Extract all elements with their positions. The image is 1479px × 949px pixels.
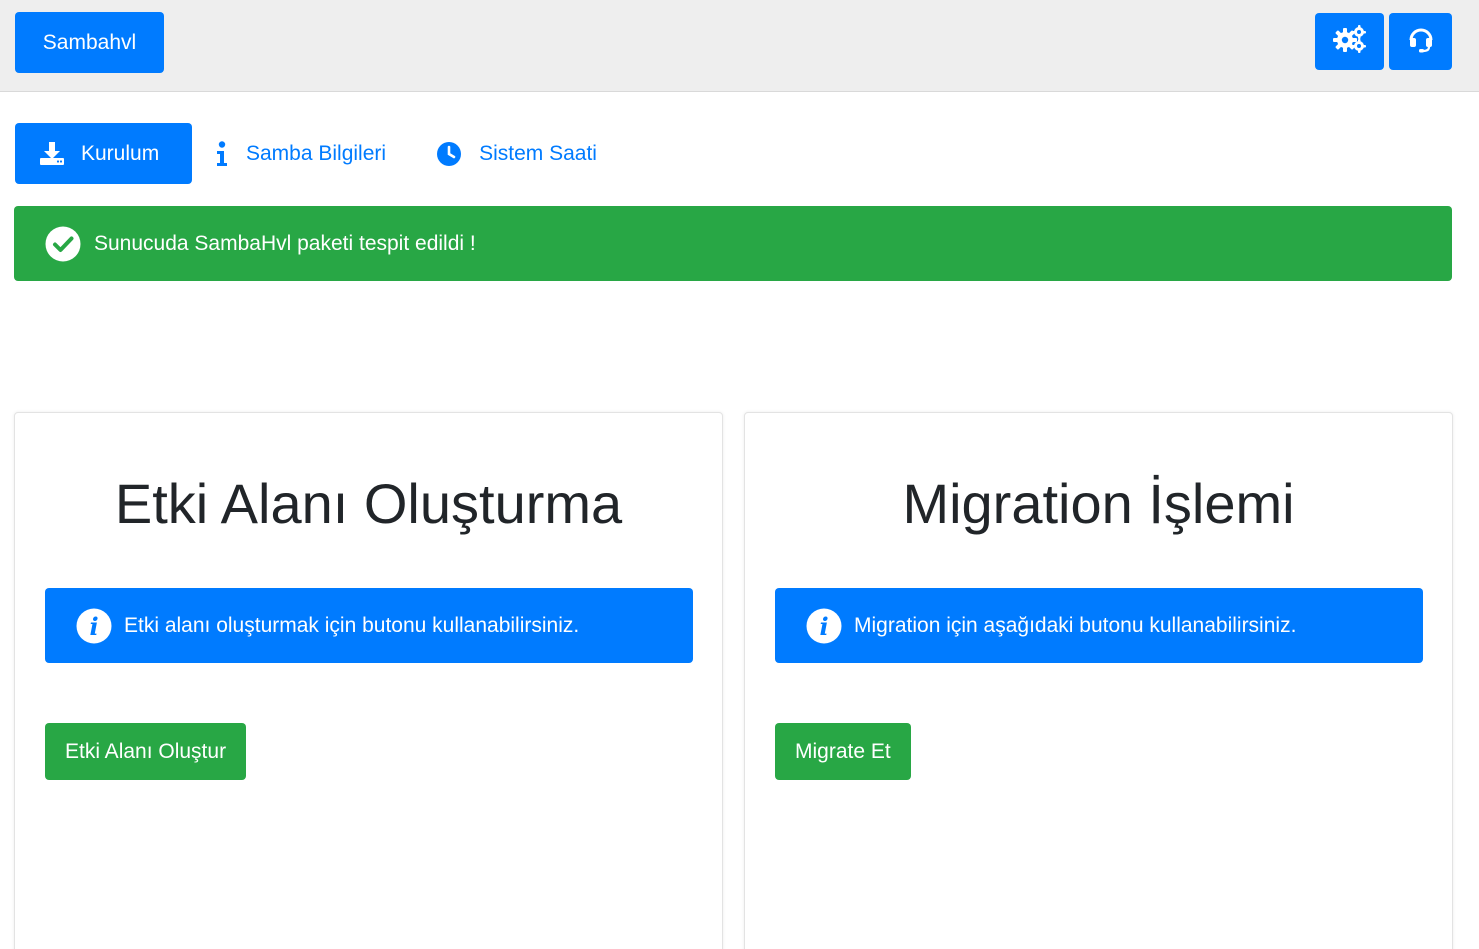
check-circle-icon [45,226,81,262]
tab-sistem-saati-label: Sistem Saati [479,141,597,165]
info-icon [216,140,228,167]
info-alert: i Migration için aşağıdaki butonu kullan… [775,588,1423,663]
success-alert: Sunucuda SambaHvl paketi tespit edildi ! [14,206,1452,281]
tab-kurulum-label: Kurulum [81,141,160,165]
card-title: Etki Alanı Oluşturma [114,472,623,535]
tab-bar: Kurulum Samba Bilgileri Sistem Saati [15,123,597,184]
top-navbar: Sambahvl [0,0,1479,92]
headset-icon [1407,25,1435,58]
tab-samba-bilgileri-label: Samba Bilgileri [246,141,387,165]
migration-card: Migration İşlemi i Migration için aşağıd… [744,412,1453,949]
support-button[interactable] [1389,13,1452,70]
create-domain-button[interactable]: Etki Alanı Oluştur [45,723,247,780]
settings-button[interactable] [1315,13,1384,70]
info-circle-icon: i [806,608,842,644]
info-circle-icon: i [76,608,112,644]
tab-kurulum[interactable]: Kurulum [15,123,192,184]
tab-sistem-saati[interactable]: Sistem Saati [436,123,597,184]
info-alert-text: Etki alanı oluşturmak için butonu kullan… [124,613,580,637]
domain-create-card: Etki Alanı Oluşturma i Etki alanı oluştu… [14,412,723,949]
svg-text:i: i [89,612,98,641]
migrate-button[interactable]: Migrate Et [775,723,911,780]
card-title: Migration İşlemi [902,472,1295,535]
tab-samba-bilgileri[interactable]: Samba Bilgileri [216,123,386,184]
cogs-icon [1332,24,1367,59]
success-alert-text: Sunucuda SambaHvl paketi tespit edildi ! [94,231,476,255]
brand-button[interactable]: Sambahvl [15,12,164,73]
info-alert: i Etki alanı oluşturmak için butonu kull… [45,588,693,663]
download-icon [39,141,65,166]
info-alert-text: Migration için aşağıdaki butonu kullanab… [854,613,1297,637]
svg-text:i: i [819,612,828,641]
clock-icon [436,141,462,167]
